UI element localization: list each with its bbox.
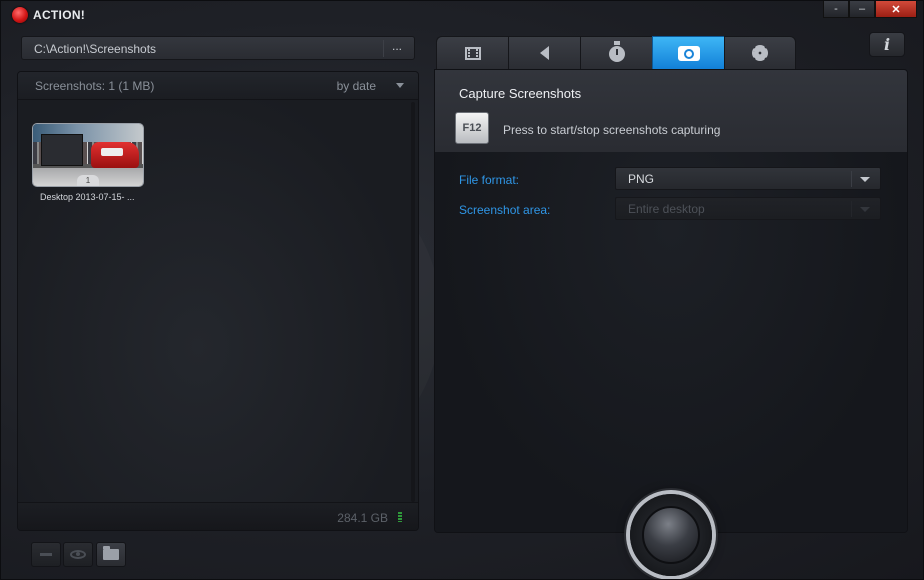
tab-timer[interactable] xyxy=(580,36,652,70)
screenshot-gallery: Screenshots: 1 (1 MB) by date 1 Desktop … xyxy=(17,71,419,531)
tab-video[interactable] xyxy=(436,36,508,70)
gear-icon xyxy=(752,45,768,61)
main-tabs xyxy=(436,36,796,70)
file-format-select[interactable]: PNG xyxy=(615,167,881,190)
folder-icon xyxy=(103,546,119,560)
path-divider xyxy=(383,40,384,57)
thumbnail-label: Desktop 2013-07-15- ... xyxy=(40,192,135,202)
minimize-button[interactable]: – xyxy=(849,1,875,18)
window-controls: - – ✕ xyxy=(823,1,917,18)
disk-space-icon xyxy=(398,512,402,522)
disk-free-space: 284.1 GB xyxy=(337,511,388,525)
file-format-value: PNG xyxy=(628,172,655,186)
screenshot-area-label: Screenshot area: xyxy=(459,203,551,217)
gallery-header: Screenshots: 1 (1 MB) by date xyxy=(18,72,418,100)
record-button[interactable] xyxy=(630,494,712,576)
screenshot-count: Screenshots: 1 (1 MB) xyxy=(35,79,155,93)
output-path-text: C:\Action!\Screenshots xyxy=(34,42,157,56)
close-button[interactable]: ✕ xyxy=(875,1,917,18)
screenshot-thumbnail[interactable]: 1 xyxy=(32,123,144,187)
app-window: ACTION! - – ✕ C:\Action!\Screenshots ...… xyxy=(0,0,924,580)
app-title: ACTION! xyxy=(33,8,86,22)
output-path-field[interactable]: C:\Action!\Screenshots ... xyxy=(21,36,415,60)
hotkey-description: Press to start/stop screenshots capturin… xyxy=(503,123,721,137)
speaker-icon xyxy=(540,46,549,60)
gallery-footer: 284.1 GB xyxy=(18,502,418,530)
settings-header: Capture Screenshots F12 Press to start/s… xyxy=(435,70,907,152)
sort-select[interactable]: by date xyxy=(337,79,376,93)
app-logo-icon xyxy=(12,7,28,23)
screenshot-settings-panel: Capture Screenshots F12 Press to start/s… xyxy=(434,69,908,533)
file-format-label: File format: xyxy=(459,173,520,187)
tab-audio[interactable] xyxy=(508,36,580,70)
stopwatch-icon xyxy=(608,41,625,62)
chevron-down-icon[interactable] xyxy=(396,83,404,88)
screenshot-area-value: Entire desktop xyxy=(628,202,705,216)
delete-button[interactable] xyxy=(31,542,61,567)
chevron-down-icon xyxy=(860,177,870,182)
film-icon xyxy=(464,46,481,60)
title-bar: ACTION! - – ✕ xyxy=(1,1,923,29)
screenshot-area-select: Entire desktop xyxy=(615,197,881,220)
eye-icon xyxy=(70,550,86,559)
thumbnail-badge: 1 xyxy=(77,175,99,186)
record-button-knob xyxy=(642,506,700,564)
gallery-scrollbar[interactable] xyxy=(411,102,415,502)
section-title: Capture Screenshots xyxy=(459,86,582,101)
tab-settings[interactable] xyxy=(724,36,796,70)
chevron-down-icon xyxy=(860,207,870,212)
settings-area: File format: PNG Screenshot area: Entire… xyxy=(435,152,907,532)
info-button[interactable]: i xyxy=(869,32,905,57)
camera-icon xyxy=(677,45,700,61)
restore-button[interactable]: - xyxy=(823,1,849,18)
minus-icon xyxy=(40,553,52,556)
tab-screenshots[interactable] xyxy=(652,36,724,70)
preview-button[interactable] xyxy=(63,542,93,567)
browse-path-button[interactable]: ... xyxy=(386,39,408,53)
open-folder-button[interactable] xyxy=(96,542,126,567)
hotkey-button[interactable]: F12 xyxy=(455,112,489,144)
